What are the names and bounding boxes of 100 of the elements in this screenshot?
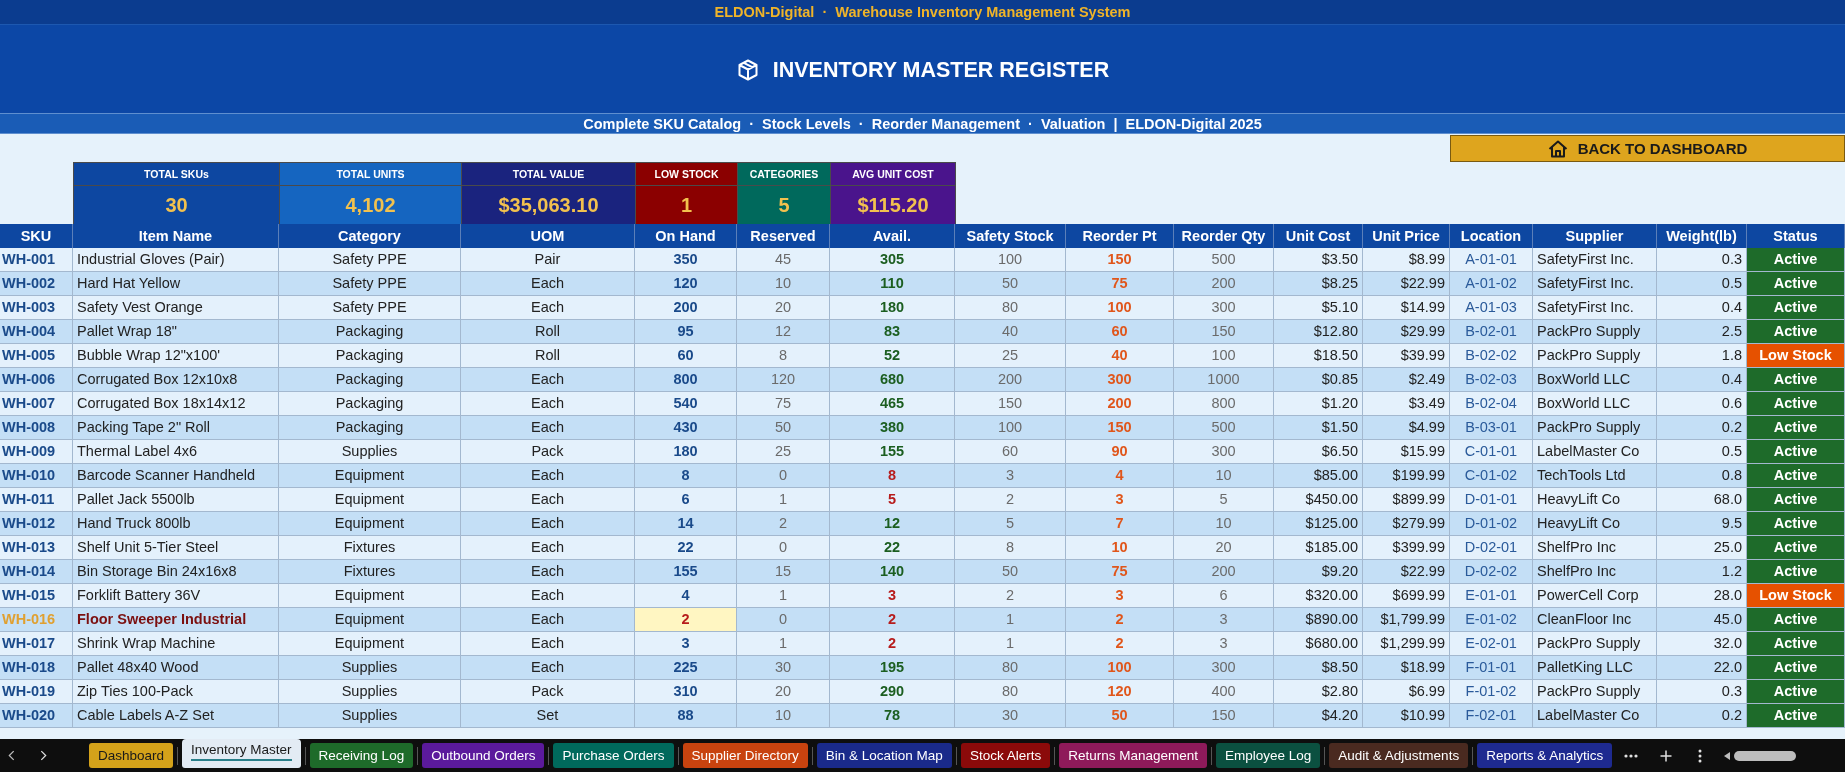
category-cell: Equipment	[279, 512, 461, 536]
unit-cost-cell: $12.80	[1274, 320, 1363, 344]
location-cell: F-01-01	[1450, 656, 1533, 680]
column-header: Safety Stock	[955, 224, 1066, 248]
unit-price-cell: $4.99	[1363, 416, 1450, 440]
safety-stock-cell: 5	[955, 512, 1066, 536]
status-cell: Active	[1747, 296, 1845, 320]
sheet-tab[interactable]: Employee Log	[1216, 743, 1321, 768]
on-hand-cell: 540	[635, 392, 737, 416]
sheet-tab[interactable]: Receiving Log	[309, 743, 414, 768]
uom-cell: Each	[461, 608, 635, 632]
status-cell: Low Stock	[1747, 584, 1845, 608]
item-name-cell: Corrugated Box 18x14x12	[73, 392, 279, 416]
weight-cell: 0.3	[1657, 248, 1747, 272]
unit-cost-cell: $9.20	[1274, 560, 1363, 584]
uom-cell: Pack	[461, 680, 635, 704]
sheet-tab[interactable]: Stock Alerts	[960, 743, 1051, 768]
reserved-cell: 2	[737, 512, 830, 536]
unit-cost-cell: $0.85	[1274, 368, 1363, 392]
chevron-left-icon[interactable]	[8, 750, 15, 761]
sku-cell: WH-018	[0, 656, 73, 680]
available-cell: 290	[830, 680, 955, 704]
sku-cell: WH-013	[0, 536, 73, 560]
item-name-cell: Pallet Jack 5500lb	[73, 488, 279, 512]
unit-price-cell: $3.49	[1363, 392, 1450, 416]
location-cell: A-01-03	[1450, 296, 1533, 320]
sheet-tab[interactable]: Dashboard	[89, 743, 174, 768]
weight-cell: 0.2	[1657, 416, 1747, 440]
uom-cell: Set	[461, 704, 635, 728]
item-name-cell: Hand Truck 800lb	[73, 512, 279, 536]
kpi-label: AVG UNIT COST	[831, 163, 955, 186]
triangle-left-icon[interactable]	[1724, 751, 1731, 760]
reserved-cell: 1	[737, 632, 830, 656]
on-hand-cell: 800	[635, 368, 737, 392]
item-name-cell: Bin Storage Bin 24x16x8	[73, 560, 279, 584]
location-cell: D-02-02	[1450, 560, 1533, 584]
weight-cell: 28.0	[1657, 584, 1747, 608]
weight-cell: 0.4	[1657, 368, 1747, 392]
item-name-cell: Barcode Scanner Handheld	[73, 464, 279, 488]
supplier-cell: BoxWorld LLC	[1533, 392, 1657, 416]
supplier-cell: ShelfPro Inc	[1533, 560, 1657, 584]
uom-cell: Each	[461, 296, 635, 320]
vertical-ellipsis-icon[interactable]	[1698, 748, 1703, 763]
kpi-value: $35,063.10	[462, 186, 635, 224]
chevron-right-icon[interactable]	[40, 750, 47, 761]
item-name-cell: Pallet 48x40 Wood	[73, 656, 279, 680]
back-to-dashboard-button[interactable]: BACK TO DASHBOARD	[1450, 135, 1845, 162]
category-cell: Packaging	[279, 392, 461, 416]
safety-stock-cell: 200	[955, 368, 1066, 392]
status-cell: Active	[1747, 320, 1845, 344]
safety-stock-cell: 80	[955, 656, 1066, 680]
sheet-tab[interactable]: Audit & Adjustments	[1329, 743, 1469, 768]
sheet-tab[interactable]: Outbound Orders	[422, 743, 545, 768]
scrollbar-thumb[interactable]	[1734, 750, 1797, 761]
plus-icon[interactable]	[1660, 749, 1673, 762]
uom-cell: Each	[461, 512, 635, 536]
house-icon	[1547, 139, 1568, 158]
available-cell: 140	[830, 560, 955, 584]
unit-price-cell: $8.99	[1363, 248, 1450, 272]
weight-cell: 22.0	[1657, 656, 1747, 680]
on-hand-cell: 6	[635, 488, 737, 512]
item-name-cell: Shelf Unit 5-Tier Steel	[73, 536, 279, 560]
status-cell: Active	[1747, 416, 1845, 440]
sku-cell: WH-011	[0, 488, 73, 512]
sku-cell: WH-003	[0, 296, 73, 320]
reorder-point-cell: 120	[1066, 680, 1174, 704]
sheet-tab[interactable]: Supplier Directory	[682, 743, 808, 768]
weight-cell: 25.0	[1657, 536, 1747, 560]
reorder-qty-cell: 400	[1174, 680, 1274, 704]
safety-stock-cell: 3	[955, 464, 1066, 488]
reserved-cell: 10	[737, 272, 830, 296]
uom-cell: Pair	[461, 248, 635, 272]
ellipsis-icon[interactable]	[1624, 753, 1639, 758]
supplier-cell: BoxWorld LLC	[1533, 368, 1657, 392]
uom-cell: Each	[461, 488, 635, 512]
supplier-cell: TechTools Ltd	[1533, 464, 1657, 488]
unit-price-cell: $899.99	[1363, 488, 1450, 512]
sheet-tab[interactable]: Inventory Master	[182, 739, 301, 768]
category-cell: Supplies	[279, 440, 461, 464]
reorder-qty-cell: 1000	[1174, 368, 1274, 392]
sheet-tab[interactable]: Bin & Location Map	[816, 743, 952, 768]
reorder-qty-cell: 10	[1174, 512, 1274, 536]
unit-price-cell: $279.99	[1363, 512, 1450, 536]
app-title: ELDON-Digital · Warehouse Inventory Management System	[714, 4, 1131, 20]
status-cell: Active	[1747, 536, 1845, 560]
reserved-cell: 30	[737, 656, 830, 680]
supplier-cell: HeavyLift Co	[1533, 488, 1657, 512]
item-name-cell: Forklift Battery 36V	[73, 584, 279, 608]
reorder-point-cell: 200	[1066, 392, 1174, 416]
category-cell: Safety PPE	[279, 248, 461, 272]
column-header: Reorder Qty	[1174, 224, 1274, 248]
sheet-tab[interactable]: Purchase Orders	[553, 743, 674, 768]
reserved-cell: 10	[737, 704, 830, 728]
item-name-cell: Safety Vest Orange	[73, 296, 279, 320]
safety-stock-cell: 25	[955, 344, 1066, 368]
safety-stock-cell: 2	[955, 584, 1066, 608]
page-title: INVENTORY MASTER REGISTER	[772, 57, 1110, 83]
supplier-cell: PalletKing LLC	[1533, 656, 1657, 680]
sheet-tab[interactable]: Reports & Analytics	[1477, 743, 1613, 768]
sheet-tab[interactable]: Returns Management	[1059, 743, 1207, 768]
